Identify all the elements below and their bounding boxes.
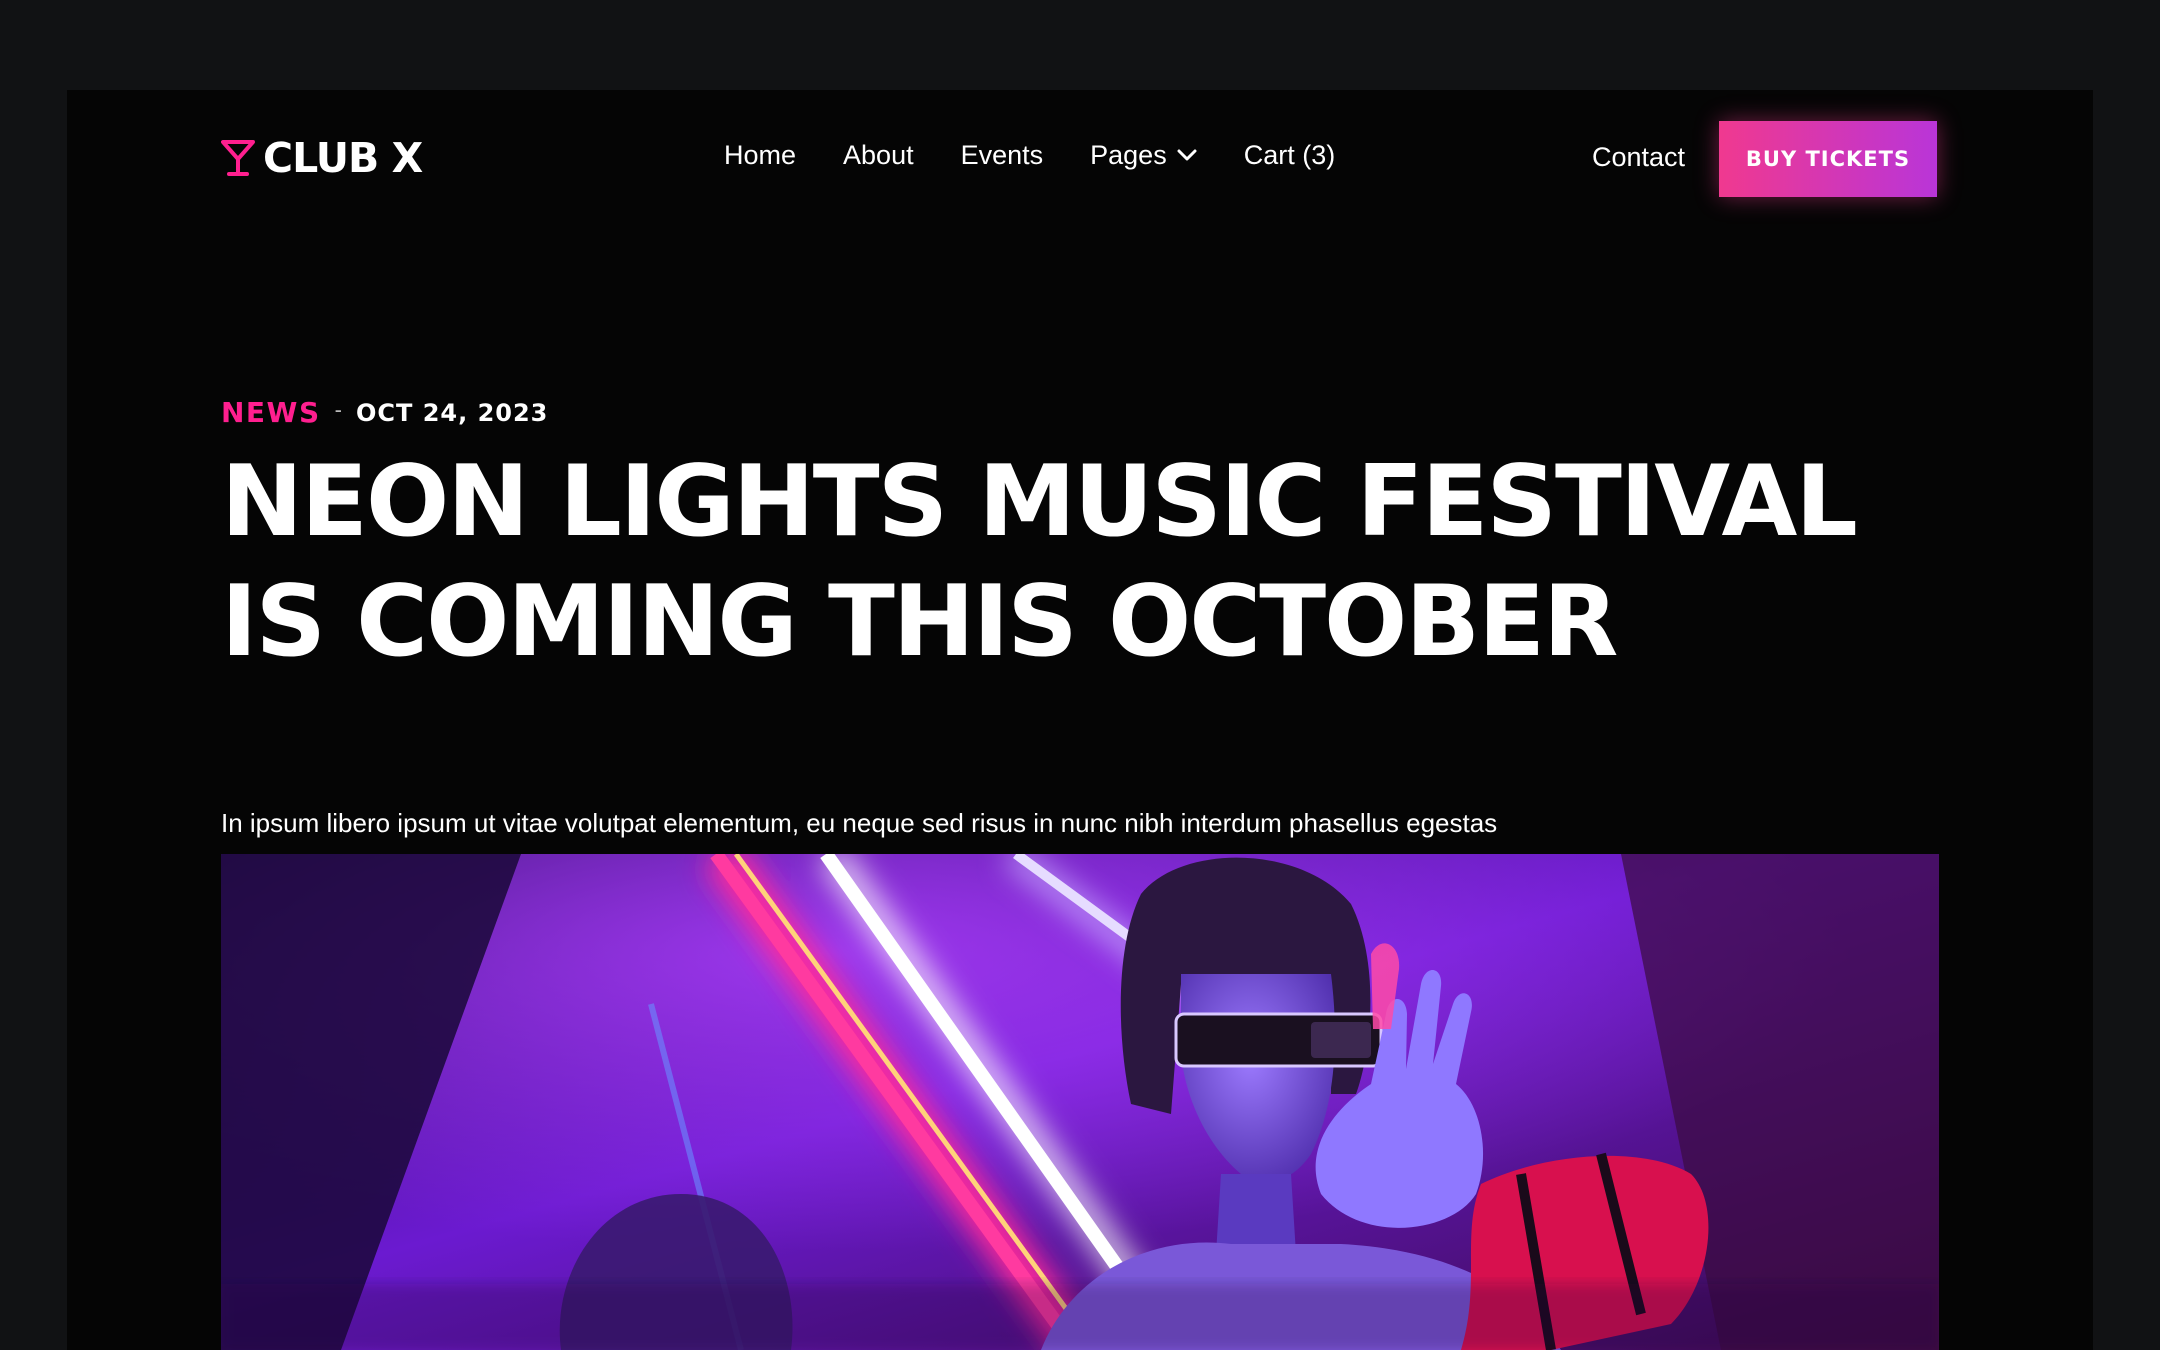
nav-item-label: Pages: [1090, 139, 1167, 170]
chevron-down-icon: [1177, 149, 1197, 161]
nav-item-home[interactable]: Home: [724, 140, 796, 171]
buy-tickets-button[interactable]: BUY TICKETS: [1719, 121, 1937, 197]
nav-item-label: Events: [960, 139, 1044, 170]
main-nav: Home About Events Pages Cart (3): [724, 134, 1335, 176]
meta-separator: -: [334, 396, 342, 422]
article-title: NEON LIGHTS MUSIC FESTIVAL IS COMING THI…: [221, 445, 1858, 679]
nav-item-pages-dropdown[interactable]: Pages: [1090, 140, 1197, 171]
article-date: OCT 24, 2023: [355, 398, 549, 427]
nav-item-label: Home: [724, 139, 797, 170]
nav-item-label: About: [843, 139, 914, 170]
nav-item-events[interactable]: Events: [961, 140, 1044, 171]
article-meta: NEWS - OCT 24, 2023: [221, 396, 548, 429]
page-container: CLUB X Home About Events Pages Cart (3) …: [67, 90, 2093, 1350]
cocktail-glass-icon: [221, 140, 255, 176]
brand-logo[interactable]: CLUB X: [221, 134, 423, 182]
neon-portrait-image: [221, 854, 1939, 1350]
nav-item-label: Cart (3): [1243, 139, 1336, 170]
nav-item-cart[interactable]: Cart (3): [1244, 140, 1336, 171]
nav-item-about[interactable]: About: [843, 140, 914, 171]
contact-link[interactable]: Contact: [1592, 142, 1685, 173]
brand-name: CLUB X: [263, 134, 423, 182]
category-tag[interactable]: NEWS: [221, 396, 321, 429]
